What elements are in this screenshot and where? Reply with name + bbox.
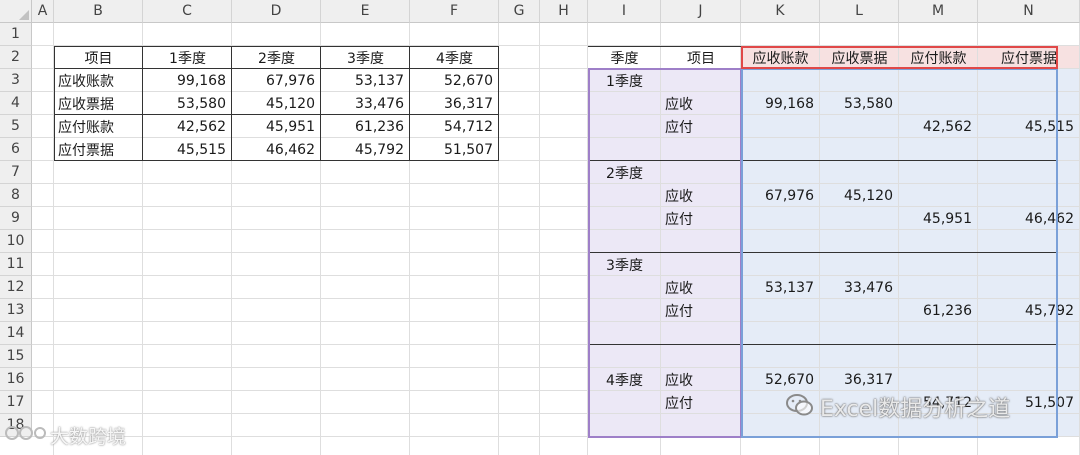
- column-header-d[interactable]: D: [232, 0, 321, 23]
- left-table-value[interactable]: 45,951: [232, 115, 321, 138]
- column-header-g[interactable]: G: [499, 0, 540, 23]
- row-header-12[interactable]: 12: [0, 276, 32, 299]
- left-table-item[interactable]: 应收票据: [54, 92, 143, 115]
- left-table-col-rule: [320, 46, 321, 161]
- row-header-15[interactable]: 15: [0, 345, 32, 368]
- left-table-rule: [54, 114, 499, 115]
- weibo-watermark-text: 大数跨境: [50, 425, 127, 448]
- left-table-value[interactable]: 42,562: [143, 115, 232, 138]
- column-header-i[interactable]: I: [588, 0, 661, 23]
- red-header-outline: [741, 46, 1058, 69]
- column-header-h[interactable]: H: [540, 0, 588, 23]
- row-header-8[interactable]: 8: [0, 184, 32, 207]
- left-table-value[interactable]: 99,168: [143, 69, 232, 92]
- left-table-item[interactable]: 应付票据: [54, 138, 143, 161]
- weibo-watermark: 大数跨境: [4, 421, 126, 449]
- row-header-3[interactable]: 3: [0, 69, 32, 92]
- purple-region-outline: [588, 68, 742, 438]
- left-table-header[interactable]: 4季度: [410, 46, 499, 69]
- left-table-border-left: [54, 46, 55, 161]
- right-table-header[interactable]: 季度: [588, 46, 661, 69]
- left-table-item[interactable]: 应收账款: [54, 69, 143, 92]
- left-table-col-rule: [231, 46, 232, 161]
- column-header-l[interactable]: L: [820, 0, 899, 23]
- left-table-header[interactable]: 3季度: [321, 46, 410, 69]
- row-header-2[interactable]: 2: [0, 46, 32, 69]
- left-table-value[interactable]: 45,515: [143, 138, 232, 161]
- left-table-value[interactable]: 45,792: [321, 138, 410, 161]
- row-header-4[interactable]: 4: [0, 92, 32, 115]
- left-table-value[interactable]: 36,317: [410, 92, 499, 115]
- left-table-header[interactable]: 1季度: [143, 46, 232, 69]
- left-table-border-bottom: [54, 160, 499, 161]
- row-header-14[interactable]: 14: [0, 322, 32, 345]
- left-table-value[interactable]: 67,976: [232, 69, 321, 92]
- spreadsheet[interactable]: A B C D E F G H I J K L M N 1 2 3 4 5 6 7 8 9 10 11 12 13 14 15 16 17 1…: [0, 0, 1080, 455]
- column-header-j[interactable]: J: [661, 0, 741, 23]
- left-table-header[interactable]: 2季度: [232, 46, 321, 69]
- row-header-6[interactable]: 6: [0, 138, 32, 161]
- left-table-value[interactable]: 52,670: [410, 69, 499, 92]
- row-header-9[interactable]: 9: [0, 207, 32, 230]
- row-header-16[interactable]: 16: [0, 368, 32, 391]
- left-table-col-rule: [409, 46, 410, 161]
- column-header-m[interactable]: M: [899, 0, 978, 23]
- row-header-5[interactable]: 5: [0, 115, 32, 138]
- right-table-header[interactable]: 项目: [661, 46, 741, 69]
- left-table-value[interactable]: 54,712: [410, 115, 499, 138]
- left-table-rule: [54, 68, 499, 69]
- column-header-a[interactable]: A: [32, 0, 54, 23]
- left-table-border-top: [54, 46, 499, 47]
- column-header-c[interactable]: C: [143, 0, 232, 23]
- select-all-corner[interactable]: [0, 0, 32, 23]
- left-table-value[interactable]: 33,476: [321, 92, 410, 115]
- row-header-1[interactable]: 1: [0, 23, 32, 46]
- column-header-e[interactable]: E: [321, 0, 410, 23]
- right-table-border-top: [588, 46, 741, 47]
- left-table-value[interactable]: 61,236: [321, 115, 410, 138]
- row-header-10[interactable]: 10: [0, 230, 32, 253]
- left-table-value[interactable]: 51,507: [410, 138, 499, 161]
- left-table-header[interactable]: 项目: [54, 46, 143, 69]
- row-header-17[interactable]: 17: [0, 391, 32, 414]
- left-table-value[interactable]: 53,137: [321, 69, 410, 92]
- weibo-logo-icon: [4, 421, 48, 449]
- row-header-7[interactable]: 7: [0, 161, 32, 184]
- column-header-f[interactable]: F: [410, 0, 499, 23]
- column-header-k[interactable]: K: [741, 0, 820, 23]
- row-header-13[interactable]: 13: [0, 299, 32, 322]
- wechat-watermark: Excel数据分析之道: [786, 391, 1010, 423]
- wechat-logo-icon: [786, 393, 814, 421]
- left-table-col-rule: [142, 46, 143, 161]
- left-table-item[interactable]: 应付账款: [54, 115, 143, 138]
- left-table-value[interactable]: 46,462: [232, 138, 321, 161]
- select-all-triangle-icon: [19, 10, 29, 20]
- column-header-n[interactable]: N: [978, 0, 1080, 23]
- left-table-border-right: [498, 46, 499, 161]
- column-header-b[interactable]: B: [54, 0, 143, 23]
- row-header-11[interactable]: 11: [0, 253, 32, 276]
- wechat-watermark-text: Excel数据分析之道: [820, 397, 1011, 422]
- left-table-value[interactable]: 53,580: [143, 92, 232, 115]
- blue-region-outline: [741, 68, 1058, 438]
- left-table-value[interactable]: 45,120: [232, 92, 321, 115]
